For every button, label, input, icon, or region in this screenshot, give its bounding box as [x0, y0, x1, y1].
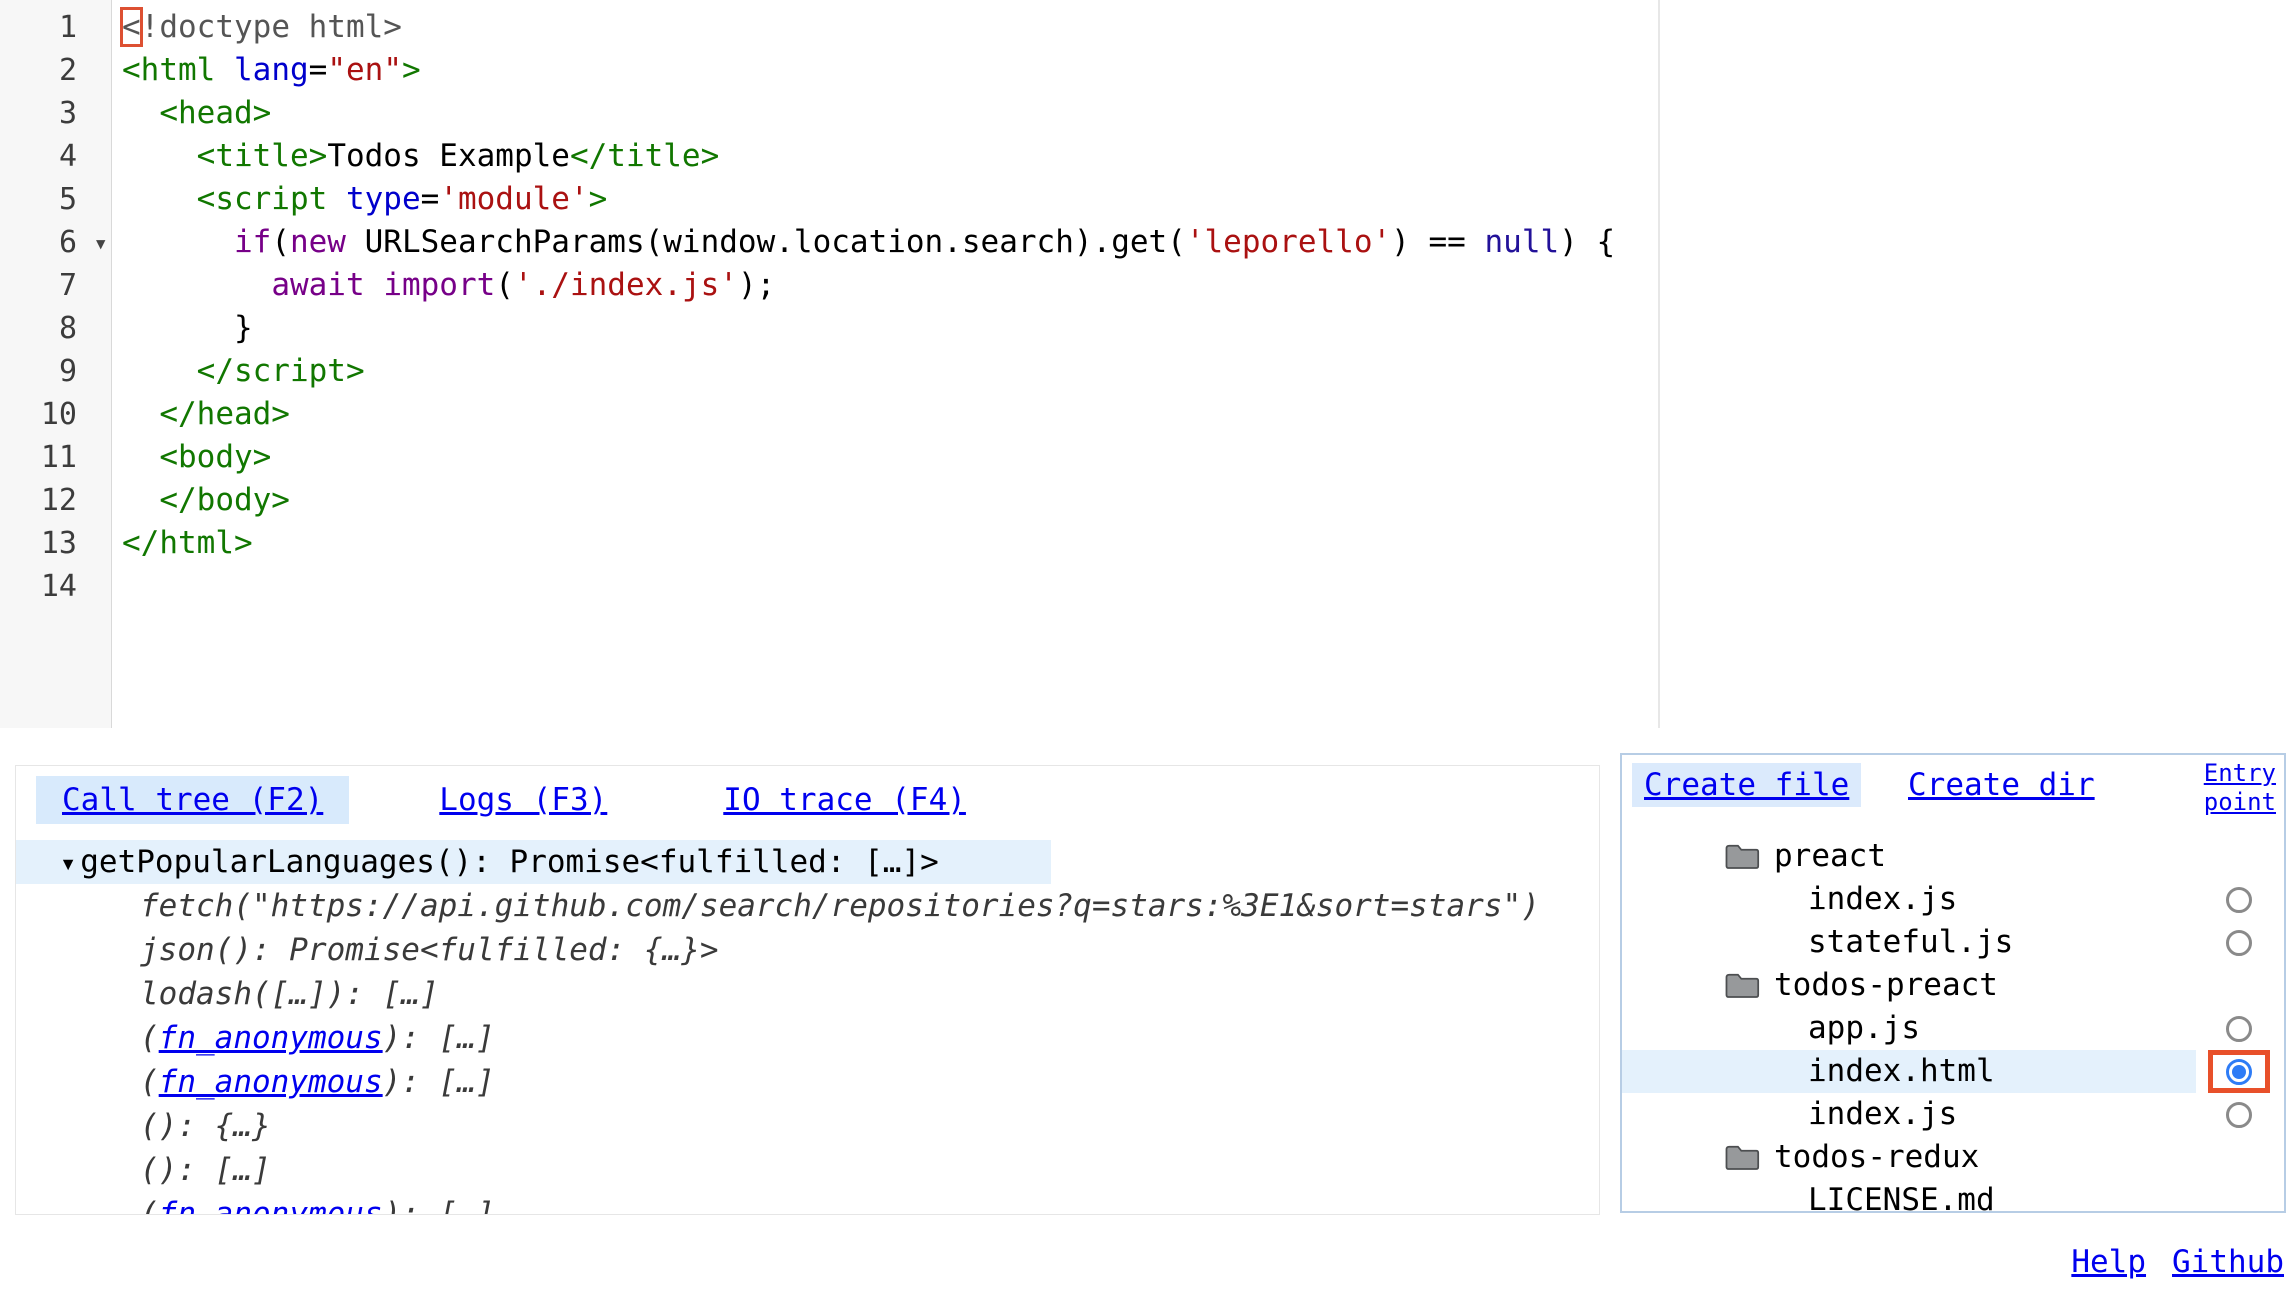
current-file-path: docs/examples/todos- preact/index.html	[8, 1232, 381, 1302]
calltree-row[interactable]: (): […]	[16, 1148, 1599, 1192]
file-row-LICENSE.md[interactable]: LICENSE.md	[1622, 1179, 2284, 1213]
calltree-rows: ▾getPopularLanguages(): Promise<fulfille…	[16, 840, 1599, 1215]
keyboard-mode-switcher: Standard VIM	[1704, 1232, 1967, 1302]
expand-arrow-icon[interactable]: ▾	[60, 848, 76, 879]
panel-tabs: Call tree (F2) Logs (F3) IO trace (F4)	[16, 766, 1599, 840]
code-line-10[interactable]: </head>	[113, 393, 2288, 436]
entry-point-radio[interactable]	[2226, 930, 2252, 956]
code-line-12[interactable]: </body>	[113, 479, 2288, 522]
file-row-index.js[interactable]: index.js	[1622, 878, 2284, 921]
code-line-4[interactable]: <title>Todos Example</title>	[113, 135, 2288, 178]
line-number: 8	[0, 307, 111, 350]
calltree-row[interactable]: (fn_anonymous): […]	[16, 1192, 1599, 1215]
folder-row-preact[interactable]: preact	[1622, 835, 2284, 878]
file-name: index.html	[1808, 1050, 1995, 1093]
tab-call-tree[interactable]: Call tree (F2)	[36, 776, 349, 824]
tab-io-trace[interactable]: IO trace (F4)	[697, 776, 992, 824]
help-link[interactable]: Help	[2071, 1244, 2146, 1280]
line-number: 4	[0, 135, 111, 178]
tab-logs[interactable]: Logs (F3)	[413, 776, 633, 824]
line-number: 9	[0, 350, 111, 393]
line-number: 3	[0, 92, 111, 135]
radio-slot	[2208, 1093, 2270, 1136]
code-line-6[interactable]: if(new URLSearchParams(window.location.s…	[113, 221, 2288, 264]
file-name: LICENSE.md	[1808, 1179, 1995, 1213]
line-number: 14	[0, 565, 111, 608]
radio-slot	[2208, 878, 2270, 921]
status-bar: docs/examples/todos- preact/index.html C…	[0, 1226, 2288, 1302]
statusbar-links: Help Github	[2071, 1244, 2284, 1280]
github-link[interactable]: Github	[2172, 1244, 2284, 1280]
file-name: stateful.js	[1808, 921, 2013, 964]
folder-row-todos-preact[interactable]: todos-preact	[1622, 964, 2284, 1007]
code-line-14[interactable]	[113, 565, 2288, 608]
code-line-3[interactable]: <head>	[113, 92, 2288, 135]
calltree-row[interactable]: fetch("https://api.github.com/search/rep…	[16, 884, 1599, 928]
calltree-row[interactable]: json(): Promise<fulfilled: {…}>	[16, 928, 1599, 972]
file-name: app.js	[1808, 1007, 1920, 1050]
calltree-row[interactable]: ▾getPopularLanguages(): Promise<fulfille…	[16, 840, 1051, 884]
calltree-row[interactable]: (fn_anonymous): […]	[16, 1016, 1599, 1060]
line-number: 11	[0, 436, 111, 479]
radio-slot	[2208, 1007, 2270, 1050]
code-line-5[interactable]: <script type='module'>	[113, 178, 2288, 221]
folder-icon	[1724, 843, 1760, 870]
fn-anonymous-link[interactable]: fn_anonymous	[159, 1064, 383, 1100]
folder-name: todos-redux	[1774, 1136, 1979, 1179]
entry-point-highlight-box	[2208, 1050, 2270, 1093]
file-row-index.js[interactable]: index.js	[1622, 1093, 2284, 1136]
line-number: 2	[0, 49, 111, 92]
create-dir-button[interactable]: Create dir	[1908, 767, 2095, 803]
calltree-panel: Call tree (F2) Logs (F3) IO trace (F4) ▾ge…	[15, 765, 1600, 1215]
line-number: 1	[0, 6, 111, 49]
entry-point-column-label: Entry point	[2204, 759, 2276, 817]
leporello-app: 123456▾7891011121314 <!doctype html><htm…	[0, 0, 2288, 1302]
code-content[interactable]: <!doctype html><html lang="en"> <head> <…	[113, 6, 2288, 608]
file-row-stateful.js[interactable]: stateful.js	[1622, 921, 2284, 964]
file-tree-panel: Create file Create dir Entry point preac…	[1620, 753, 2286, 1213]
file-rows: preactindex.jsstateful.jstodos-preactapp…	[1622, 835, 2284, 1213]
calltree-row[interactable]: (): {…}	[16, 1104, 1599, 1148]
folder-icon	[1724, 972, 1760, 999]
file-row-index.html[interactable]: index.html	[1622, 1050, 2284, 1093]
entry-point-radio[interactable]	[2226, 1059, 2252, 1085]
entry-point-radio[interactable]	[2226, 1016, 2252, 1042]
code-line-9[interactable]: </script>	[113, 350, 2288, 393]
calltree-row[interactable]: lodash([…]): […]	[16, 972, 1599, 1016]
code-line-13[interactable]: </html>	[113, 522, 2288, 565]
code-line-11[interactable]: <body>	[113, 436, 2288, 479]
folder-name: todos-preact	[1774, 964, 1998, 1007]
entry-point-radio[interactable]	[2226, 887, 2252, 913]
line-number-gutter: 123456▾7891011121314	[0, 0, 112, 728]
radio-slot	[2208, 921, 2270, 964]
file-name: index.js	[1808, 878, 1957, 921]
code-line-2[interactable]: <html lang="en">	[113, 49, 2288, 92]
file-row-app.js[interactable]: app.js	[1622, 1007, 2284, 1050]
line-number: 10	[0, 393, 111, 436]
files-header: Create file Create dir Entry point	[1622, 755, 2284, 833]
code-line-1[interactable]: <!doctype html>	[113, 6, 2288, 49]
code-line-7[interactable]: await import('./index.js');	[113, 264, 2288, 307]
fn-anonymous-link[interactable]: fn_anonymous	[159, 1196, 383, 1215]
line-number: 7	[0, 264, 111, 307]
create-file-button[interactable]: Create file	[1632, 763, 1861, 807]
calltree-row[interactable]: (fn_anonymous): […]	[16, 1060, 1599, 1104]
entry-point-word-1: Entry	[2204, 759, 2276, 787]
folder-row-todos-redux[interactable]: todos-redux	[1622, 1136, 2284, 1179]
line-number: 6▾	[0, 221, 111, 264]
folder-name: preact	[1774, 835, 1886, 878]
fold-arrow-icon[interactable]: ▾	[94, 222, 108, 265]
folder-icon	[1724, 1144, 1760, 1171]
code-line-8[interactable]: }	[113, 307, 2288, 350]
clear-io-trace-button[interactable]: Clear IO trace (F6)	[718, 1232, 979, 1302]
line-number: 12	[0, 479, 111, 522]
line-number: 13	[0, 522, 111, 565]
entry-point-word-2: point	[2204, 788, 2276, 816]
reopen-run-window-button[interactable]: (Re)open run window (F7)	[1150, 1232, 1505, 1302]
line-number: 5	[0, 178, 111, 221]
entry-point-radio[interactable]	[2226, 1102, 2252, 1128]
fn-anonymous-link[interactable]: fn_anonymous	[159, 1020, 383, 1056]
code-editor[interactable]: 123456▾7891011121314 <!doctype html><htm…	[0, 0, 2288, 730]
file-name: index.js	[1808, 1093, 1957, 1136]
